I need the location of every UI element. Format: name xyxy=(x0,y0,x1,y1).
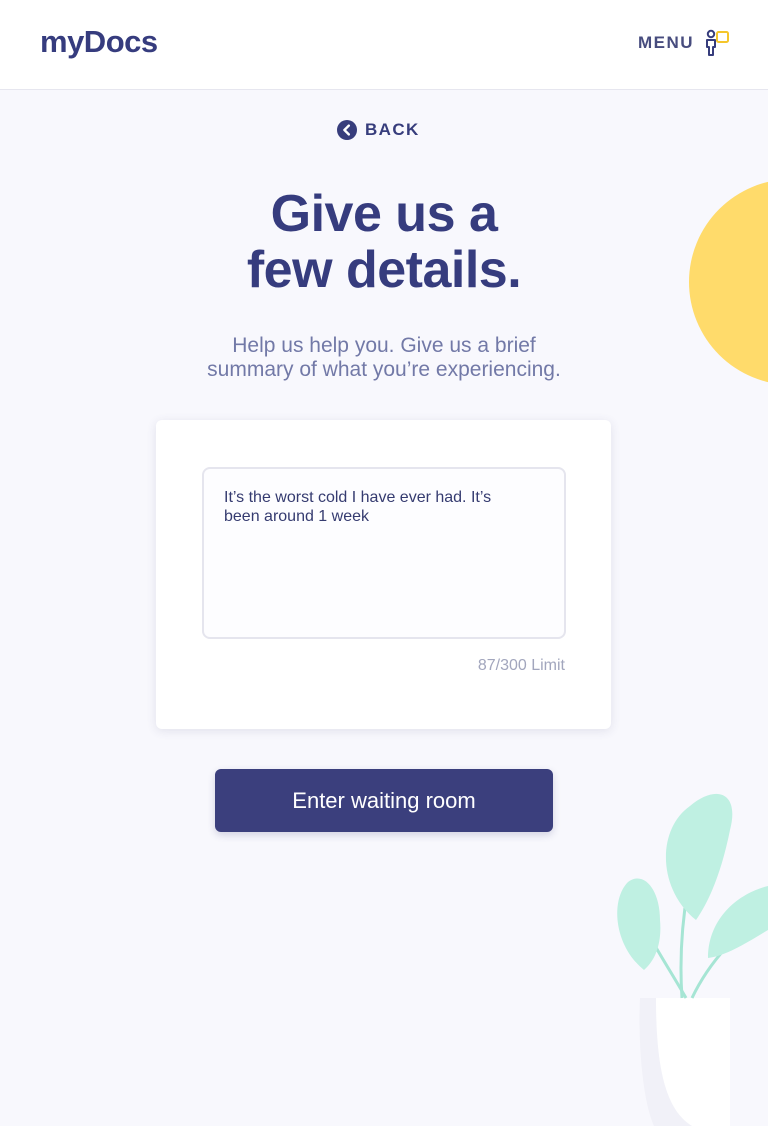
page-subtitle: Help us help you. Give us a brief summar… xyxy=(134,334,634,382)
mydocs-logo[interactable]: myDocs xyxy=(40,24,158,60)
plant-illustration xyxy=(617,793,768,1126)
enter-waiting-room-button[interactable]: Enter waiting room xyxy=(215,769,553,832)
details-card: It’s the worst cold I have ever had. It’… xyxy=(156,420,611,729)
page-title-line-2: few details. xyxy=(246,241,522,299)
page-title-line-1: Give us a xyxy=(270,185,498,243)
page: myDocs MENU BACK Give us a few details. … xyxy=(0,0,768,1126)
chevron-left-circle-icon xyxy=(337,120,357,140)
menu-label: MENU xyxy=(637,33,694,52)
summary-text-line-2: been around 1 week xyxy=(224,508,369,525)
back-button[interactable]: BACK xyxy=(337,119,420,141)
character-count: 87/300 Limit xyxy=(477,657,565,674)
page-subtitle-line-1: Help us help you. Give us a brief xyxy=(232,334,536,357)
back-label: BACK xyxy=(365,120,420,139)
person-chat-icon xyxy=(706,29,729,56)
summary-text-line-1: It’s the worst cold I have ever had. It’… xyxy=(224,489,492,506)
menu-button[interactable]: MENU xyxy=(638,28,730,58)
symptom-summary-textarea[interactable]: It’s the worst cold I have ever had. It’… xyxy=(202,467,566,639)
page-subtitle-line-2: summary of what you’re experiencing. xyxy=(207,358,561,381)
top-header: myDocs MENU xyxy=(0,0,768,90)
page-title: Give us a few details. xyxy=(84,186,684,298)
decorative-sun xyxy=(689,179,768,385)
